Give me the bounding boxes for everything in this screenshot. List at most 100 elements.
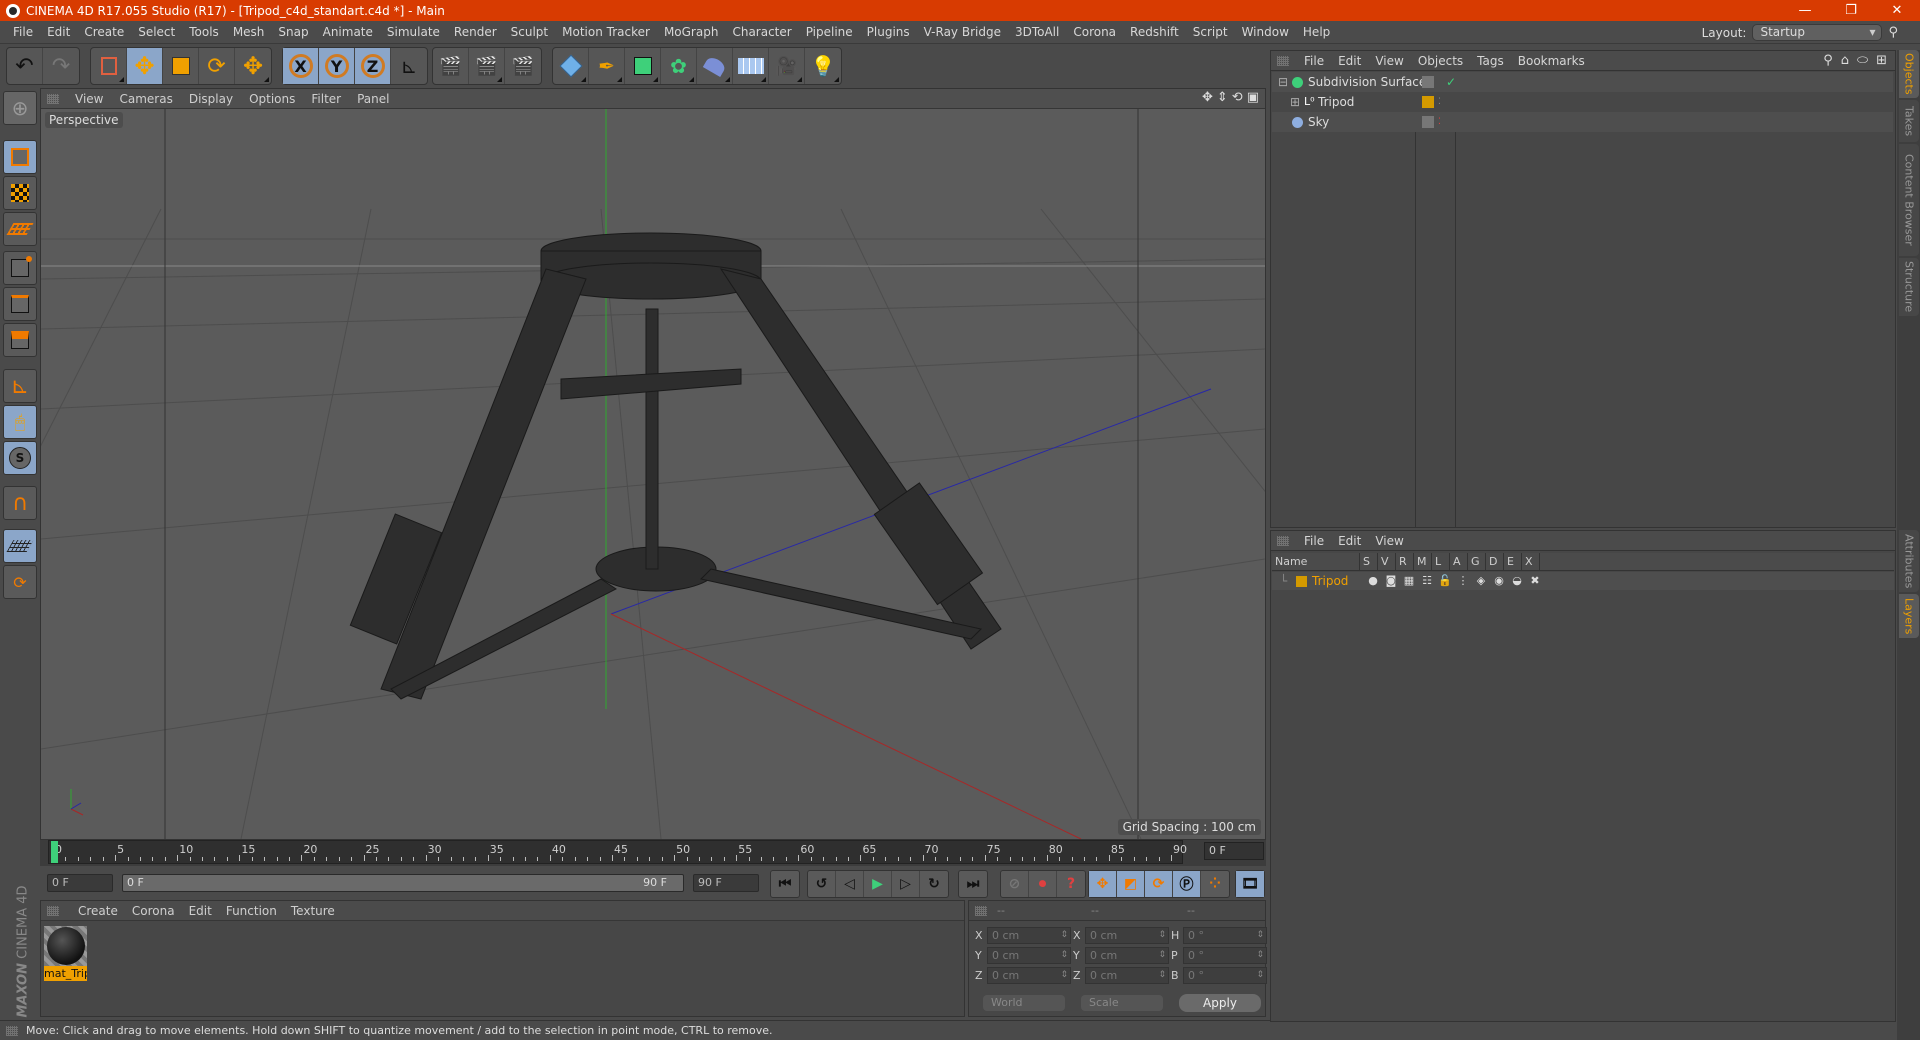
light-icon[interactable]: 💡 — [805, 48, 841, 84]
material-menu-corona[interactable]: Corona — [125, 904, 182, 918]
cube-icon[interactable] — [553, 48, 589, 84]
deformer-bend-icon[interactable] — [697, 48, 733, 84]
layer-column-a[interactable]: A — [1450, 553, 1468, 571]
menu-mesh[interactable]: Mesh — [226, 25, 272, 39]
render-picture-viewer-icon[interactable]: 🎬 — [469, 48, 505, 84]
key-pla-icon[interactable]: ⁘ — [1201, 871, 1229, 897]
size-field[interactable]: 0 cm — [1085, 947, 1169, 964]
search-icon[interactable]: ⚲ — [1888, 25, 1898, 40]
deformers-icon[interactable]: ◉ — [1490, 572, 1508, 590]
autokey-icon[interactable]: ⊘ — [1001, 871, 1029, 897]
range-slider[interactable]: 0 F 90 F — [122, 874, 684, 892]
coordinate-mode-dropdown[interactable]: Scale — [1081, 995, 1163, 1011]
panel-grip[interactable] — [47, 906, 59, 916]
menu-sculpt[interactable]: Sculpt — [504, 25, 555, 39]
animation-icon[interactable]: ⋮ — [1454, 572, 1472, 590]
menu-character[interactable]: Character — [725, 25, 798, 39]
position-field[interactable]: 0 cm — [987, 947, 1071, 964]
menu-redshift[interactable]: Redshift — [1123, 25, 1186, 39]
texture-mode-icon[interactable] — [3, 176, 37, 210]
object-menu-view[interactable]: View — [1368, 54, 1410, 68]
material-menu-edit[interactable]: Edit — [182, 904, 219, 918]
object-row[interactable]: Sky ⁚ — [1272, 112, 1893, 132]
viewport-menu-cameras[interactable]: Cameras — [111, 92, 180, 106]
next-key-icon[interactable]: ↻ — [920, 871, 948, 897]
start-frame-field[interactable]: 0 F — [47, 874, 113, 892]
lock-icon[interactable]: 🔓 — [1436, 572, 1454, 590]
minimize-button[interactable]: — — [1782, 0, 1828, 21]
material-menu-create[interactable]: Create — [71, 904, 125, 918]
lock-workplane-icon[interactable] — [3, 529, 37, 563]
menu-create[interactable]: Create — [77, 25, 131, 39]
pen-spline-icon[interactable]: ✒ — [589, 48, 625, 84]
tab-structure[interactable]: Structure — [1899, 258, 1919, 316]
xref-icon[interactable]: ✖ — [1526, 572, 1544, 590]
manager-icon[interactable]: ☷ — [1418, 572, 1436, 590]
new-window-icon[interactable]: ⊞ — [1876, 53, 1887, 68]
viewport-menu-filter[interactable]: Filter — [303, 92, 349, 106]
menu-snap[interactable]: Snap — [271, 25, 315, 39]
previous-frame-icon[interactable]: ◁ — [836, 871, 864, 897]
y-axis-icon[interactable]: Y — [319, 48, 355, 84]
tab-objects[interactable]: Objects — [1899, 50, 1919, 98]
panel-grip[interactable] — [47, 94, 59, 104]
layer-name[interactable]: Tripod — [1312, 572, 1348, 590]
move-icon[interactable]: ✥ — [127, 48, 163, 84]
3d-viewport[interactable]: Perspective Grid Spacing : 100 cm — [41, 109, 1265, 839]
menu-simulate[interactable]: Simulate — [380, 25, 447, 39]
recent-tool-icon[interactable]: ✥ — [235, 48, 271, 84]
object-menu-bookmarks[interactable]: Bookmarks — [1511, 54, 1592, 68]
solo-icon[interactable]: S — [3, 441, 37, 475]
close-button[interactable]: ✕ — [1874, 0, 1920, 21]
menu-tools[interactable]: Tools — [182, 25, 226, 39]
menu-plugins[interactable]: Plugins — [860, 25, 917, 39]
floor-icon[interactable] — [733, 48, 769, 84]
rotation-field[interactable]: 0 ° — [1183, 927, 1267, 944]
subdivision-surface-icon[interactable] — [625, 48, 661, 84]
key-position-icon[interactable]: ✥ — [1089, 871, 1117, 897]
rotation-field[interactable]: 0 ° — [1183, 947, 1267, 964]
apply-button[interactable]: Apply — [1179, 994, 1261, 1012]
panel-grip[interactable] — [1277, 56, 1289, 66]
layer-column-x[interactable]: X — [1522, 553, 1540, 571]
cloner-icon[interactable]: ✿ — [661, 48, 697, 84]
object-menu-edit[interactable]: Edit — [1331, 54, 1368, 68]
model-mode-icon[interactable] — [3, 140, 37, 174]
maximize-view-icon[interactable]: ▣ — [1247, 90, 1259, 105]
live-selection-icon[interactable] — [91, 48, 127, 84]
collapse-icon[interactable]: ⊟ — [1278, 72, 1288, 92]
menu-v-ray-bridge[interactable]: V-Ray Bridge — [917, 25, 1008, 39]
coordinate-system-icon[interactable]: ⊾ — [391, 48, 427, 84]
expand-icon[interactable]: ⊞ — [1290, 92, 1300, 112]
key-rotation-icon[interactable]: ⟳ — [1145, 871, 1173, 897]
snapping-icon[interactable]: ∩ — [3, 486, 37, 520]
points-mode-icon[interactable] — [3, 251, 37, 285]
layer-column-name[interactable]: Name — [1272, 553, 1360, 571]
go-to-start-icon[interactable]: ⏮ — [771, 871, 799, 897]
viewport-menu-view[interactable]: View — [67, 92, 111, 106]
coordinate-space-dropdown[interactable]: World — [983, 995, 1065, 1011]
layer-menu-view[interactable]: View — [1368, 534, 1410, 548]
render-view-icon[interactable]: 🎬 — [433, 48, 469, 84]
playhead[interactable] — [51, 841, 58, 863]
visibility-dots-icon[interactable]: ⁚ — [1438, 92, 1441, 112]
layer-column-m[interactable]: M — [1414, 553, 1432, 571]
menu-corona[interactable]: Corona — [1066, 25, 1123, 39]
workplane-mode-icon[interactable] — [3, 212, 37, 246]
object-menu-objects[interactable]: Objects — [1411, 54, 1470, 68]
maximize-button[interactable]: ❐ — [1828, 0, 1874, 21]
layer-column-g[interactable]: G — [1468, 553, 1486, 571]
viewport-menu-panel[interactable]: Panel — [349, 92, 397, 106]
key-scale-icon[interactable]: ◩ — [1117, 871, 1145, 897]
x-axis-icon[interactable]: X — [283, 48, 319, 84]
material-menu-texture[interactable]: Texture — [284, 904, 342, 918]
menu-file[interactable]: File — [6, 25, 40, 39]
render-settings-icon[interactable]: 🎬 — [505, 48, 541, 84]
size-field[interactable]: 0 cm — [1085, 967, 1169, 984]
panel-grip[interactable] — [975, 906, 987, 916]
menu-3dtoall[interactable]: 3DToAll — [1008, 25, 1066, 39]
redo-icon[interactable]: ↷ — [43, 48, 79, 84]
rotation-field[interactable]: 0 ° — [1183, 967, 1267, 984]
menu-script[interactable]: Script — [1186, 25, 1235, 39]
z-axis-icon[interactable]: Z — [355, 48, 391, 84]
